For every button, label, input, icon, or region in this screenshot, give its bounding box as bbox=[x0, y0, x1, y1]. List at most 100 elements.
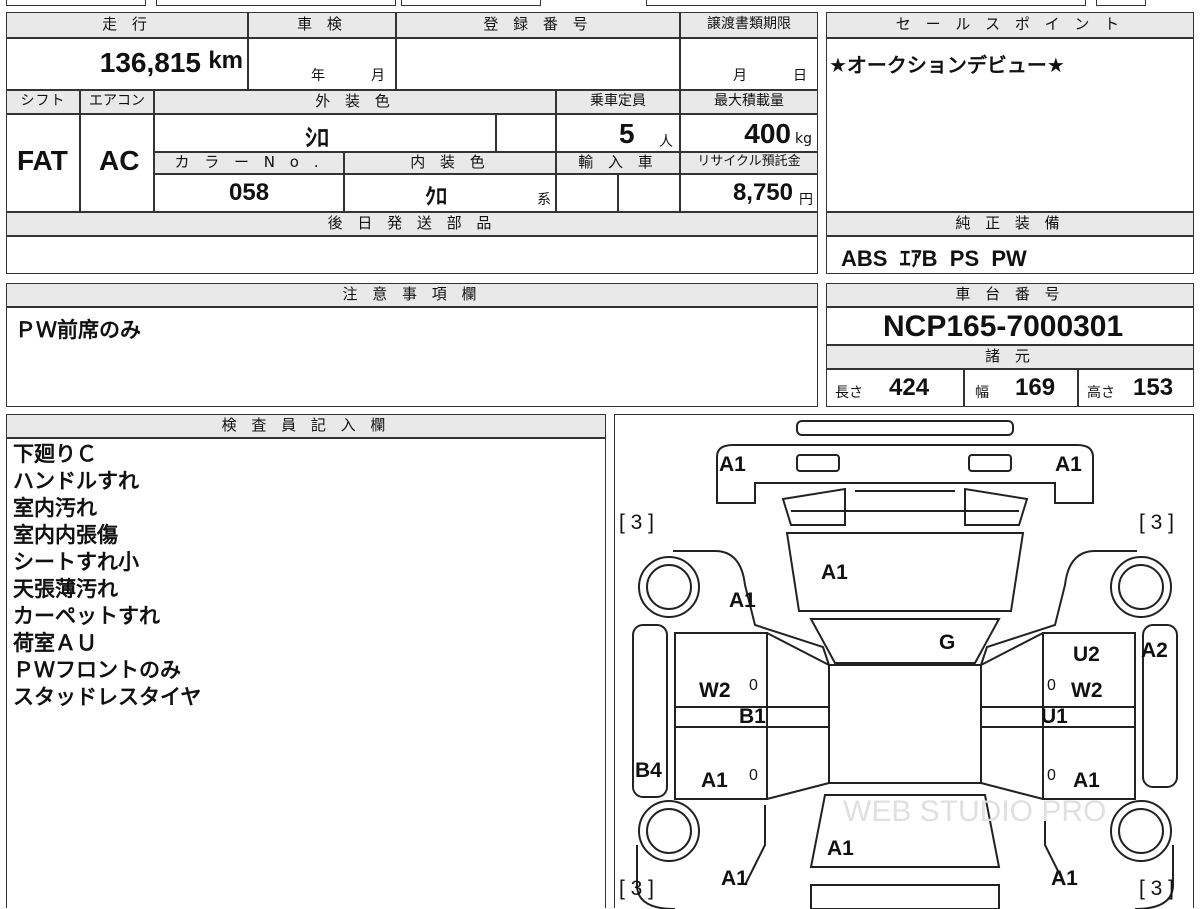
max-load-cell: 400 kg bbox=[680, 114, 818, 152]
registration-cell bbox=[396, 38, 680, 90]
notes-text: ＰＷ前席のみ bbox=[15, 318, 141, 342]
color-no-header: カ ラ ー N o . bbox=[154, 152, 344, 174]
color-no-cell: 058 bbox=[154, 174, 344, 212]
recycle-header: リサイクル預託金 bbox=[680, 152, 818, 174]
spec-width-value: 169 bbox=[1015, 374, 1056, 401]
inspector-note: シートすれ小 bbox=[13, 550, 139, 574]
mark-windshield: G bbox=[939, 631, 956, 654]
spec-height-label: 高さ bbox=[1087, 385, 1115, 401]
notes-cell: ＰＷ前席のみ bbox=[6, 307, 818, 407]
inspection-month: 月 bbox=[371, 68, 385, 84]
genuine-equipment-header: 純 正 装 備 bbox=[826, 212, 1194, 236]
max-load-header: 最大積載量 bbox=[680, 90, 818, 114]
spec-length-label: 長さ bbox=[835, 385, 863, 401]
inspector-header: 検 査 員 記 入 欄 bbox=[6, 414, 606, 438]
exterior-color-header: 外 装 色 bbox=[154, 90, 556, 114]
exterior-color-cell: ｼﾛ bbox=[154, 114, 496, 152]
mark-tire-rear-left: [ 3 ] bbox=[619, 877, 655, 900]
inspection-header: 車 検 bbox=[248, 12, 396, 38]
mark-tire-front-right: [ 3 ] bbox=[1139, 511, 1175, 534]
spec-width-cell: 幅 169 bbox=[964, 369, 1078, 407]
mark-front-right: A1 bbox=[1055, 453, 1082, 476]
inspector-note: ハンドルすれ bbox=[13, 469, 139, 493]
transfer-day: 日 bbox=[793, 68, 807, 84]
inspector-note: 室内汚れ bbox=[13, 496, 97, 520]
mark-hood: A1 bbox=[821, 561, 848, 584]
mark-rear-right: A1 bbox=[1051, 867, 1078, 890]
interior-color-suffix: 系 bbox=[537, 192, 551, 208]
genuine-equipment-value: ABS ｴｱB PS PW bbox=[841, 246, 1027, 271]
later-parts-header: 後 日 発 送 部 品 bbox=[6, 212, 818, 236]
sales-point-header: セ ー ル ス ポ イ ン ト bbox=[826, 12, 1194, 38]
mark-left-rocker: B4 bbox=[635, 759, 662, 782]
import-header: 輸 入 車 bbox=[556, 152, 680, 174]
car-outline-diagram bbox=[632, 420, 1178, 909]
mark-right-door-upper: U2 bbox=[1073, 643, 1100, 666]
recycle-cell: 8,750 円 bbox=[680, 174, 818, 212]
mark-front-left: A1 bbox=[719, 453, 746, 476]
inspector-note: 下廻りＣ bbox=[13, 442, 97, 466]
genuine-equipment-cell: ABS ｴｱB PS PW bbox=[826, 236, 1194, 274]
registration-header: 登 録 番 号 bbox=[396, 12, 680, 38]
mileage-header: 走 行 bbox=[6, 12, 248, 38]
inspector-note: カーペットすれ bbox=[13, 604, 160, 628]
mark-rear-left: A1 bbox=[721, 867, 748, 890]
interior-color-header: 内 装 色 bbox=[344, 152, 556, 174]
inspector-note: スタッドレスタイヤ bbox=[13, 685, 202, 709]
top-strip bbox=[6, 0, 1196, 8]
mark-left-pillar: B1 bbox=[739, 705, 766, 728]
shift-value: FAT bbox=[17, 145, 68, 176]
transfer-deadline-cell: 月 日 bbox=[680, 38, 818, 90]
inspection-cell: 年 月 bbox=[248, 38, 396, 90]
exterior-color-value: ｼﾛ bbox=[305, 125, 329, 152]
recycle-unit: 円 bbox=[799, 192, 813, 208]
inspector-note: ＰＷフロントのみ bbox=[13, 658, 181, 682]
capacity-header: 乗車定員 bbox=[556, 90, 680, 114]
mileage-cell: 136,815 km bbox=[6, 38, 248, 90]
mileage-value: 136,815 bbox=[99, 47, 201, 78]
import-cell-left bbox=[556, 174, 618, 212]
mark-right-fender: A2 bbox=[1141, 639, 1168, 662]
mark-left-rear-door: A1 bbox=[701, 769, 728, 792]
inspection-year: 年 bbox=[311, 68, 325, 84]
mark-left-front-door: W2 bbox=[699, 679, 731, 702]
mark-tire-front-left: [ 3 ] bbox=[619, 511, 655, 534]
mark-right-front-door-zero: 0 bbox=[1047, 677, 1056, 694]
max-load-value: 400 bbox=[744, 118, 791, 149]
spec-width-label: 幅 bbox=[975, 385, 989, 401]
mark-tire-rear-right: [ 3 ] bbox=[1139, 877, 1175, 900]
mark-right-front-door: W2 bbox=[1071, 679, 1103, 702]
mark-right-rear-door-zero: 0 bbox=[1047, 767, 1056, 784]
spec-height-value: 153 bbox=[1133, 374, 1174, 401]
notes-header: 注 意 事 項 欄 bbox=[6, 283, 818, 307]
shift-header: シフト bbox=[6, 90, 80, 114]
interior-color-cell: ｸﾛ 系 bbox=[344, 174, 556, 212]
later-parts-cell bbox=[6, 236, 818, 274]
spec-height-cell: 高さ 153 bbox=[1078, 369, 1194, 407]
aircon-cell: AC bbox=[80, 114, 154, 212]
spec-length-value: 424 bbox=[889, 374, 930, 401]
inspector-note: 荷室ＡＵ bbox=[13, 631, 97, 655]
chassis-number: NCP165-7000301 bbox=[883, 310, 1124, 343]
interior-color-value: ｸﾛ bbox=[425, 184, 448, 209]
transfer-month: 月 bbox=[733, 68, 747, 84]
sales-point-cell: ★オークションデビュー★ bbox=[826, 38, 1194, 212]
spec-length-cell: 長さ 424 bbox=[826, 369, 964, 407]
shift-cell: FAT bbox=[6, 114, 80, 212]
mark-rear-glass: A1 bbox=[827, 837, 854, 860]
car-diagram-panel: A1 A1 [ 3 ] [ 3 ] A1 A1 G U2 A2 W2 0 0 W… bbox=[614, 414, 1194, 909]
specs-header: 諸 元 bbox=[826, 345, 1194, 369]
capacity-cell: 5 人 bbox=[556, 114, 680, 152]
mark-left-fender: A1 bbox=[729, 589, 756, 612]
capacity-value: 5 bbox=[619, 118, 635, 149]
chassis-cell: NCP165-7000301 bbox=[826, 307, 1194, 345]
inspector-notes-list: 下廻りＣ ハンドルすれ 室内汚れ 室内内張傷 シートすれ小 天張薄汚れ カーペッ… bbox=[13, 441, 201, 711]
color-no-value: 058 bbox=[229, 179, 270, 206]
mark-left-rear-door-zero: 0 bbox=[749, 767, 758, 784]
exterior-color-extra bbox=[496, 114, 556, 152]
mileage-unit: km bbox=[208, 47, 243, 74]
chassis-header: 車 台 番 号 bbox=[826, 283, 1194, 307]
capacity-unit: 人 bbox=[659, 134, 673, 150]
aircon-header: エアコン bbox=[80, 90, 154, 114]
import-cell-right bbox=[618, 174, 680, 212]
